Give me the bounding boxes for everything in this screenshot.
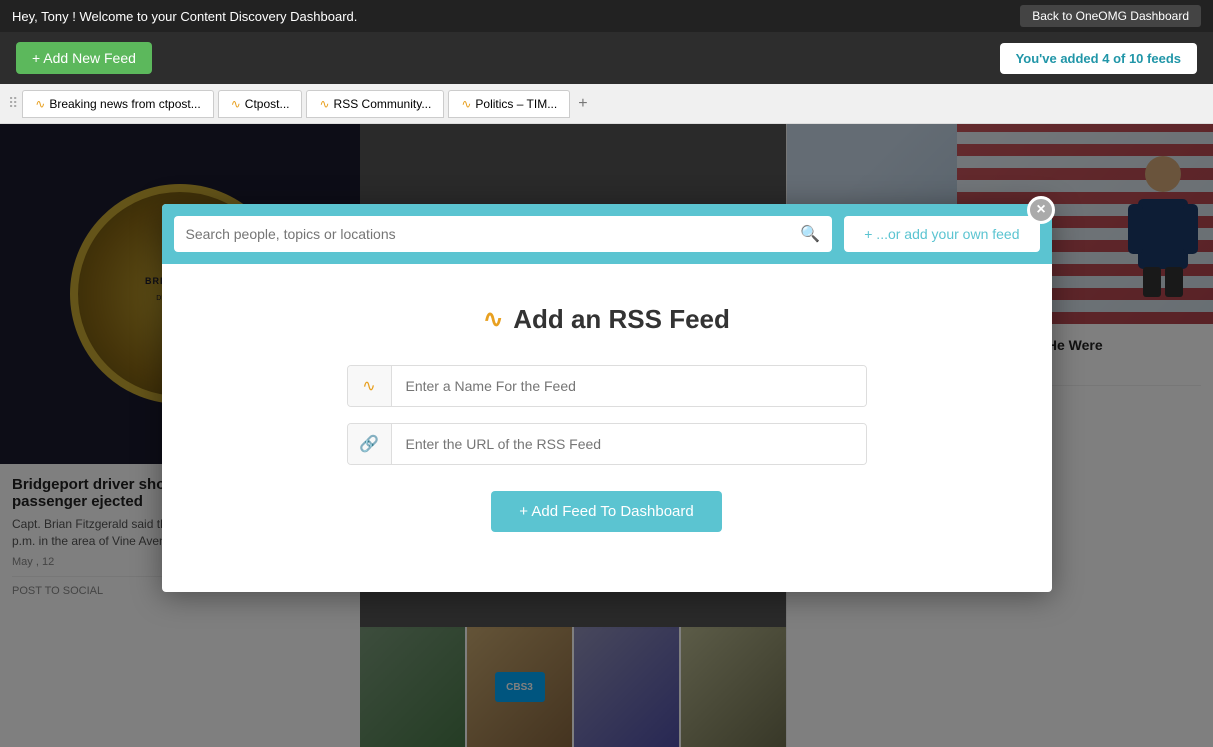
- link-icon: 🔗: [359, 434, 379, 454]
- feeds-counter: You've added 4 of 10 feeds: [1000, 43, 1197, 74]
- tab-politics[interactable]: ∿ Politics – TIM...: [448, 90, 570, 118]
- back-to-dashboard-button[interactable]: Back to OneOMG Dashboard: [1020, 5, 1201, 27]
- modal-overlay: × 🔍 + ...or add your own feed ∿ Add an R…: [0, 124, 1213, 747]
- modal-search-bar: 🔍 + ...or add your own feed: [162, 204, 1052, 264]
- tab-label-3: RSS Community...: [334, 97, 432, 111]
- feed-url-input-row: 🔗: [347, 423, 867, 465]
- modal-container: 🔍 + ...or add your own feed ∿ Add an RSS…: [162, 204, 1052, 592]
- add-tab-button[interactable]: +: [578, 95, 587, 113]
- counter-of: of: [1109, 51, 1129, 66]
- tab-bar: ⠿ ∿ Breaking news from ctpost... ∿ Ctpos…: [0, 84, 1213, 124]
- modal-close-button[interactable]: ×: [1027, 196, 1055, 224]
- rss-icon-name: ∿: [362, 376, 375, 396]
- tab-rss-community[interactable]: ∿ RSS Community...: [306, 90, 444, 118]
- counter-total: 10: [1129, 51, 1143, 66]
- feed-name-input[interactable]: [392, 366, 866, 406]
- tab-label-2: Ctpost...: [245, 97, 290, 111]
- feed-name-icon-box: ∿: [348, 366, 392, 406]
- rss-icon-tab3: ∿: [319, 97, 329, 111]
- rss-icon-tab2: ∿: [231, 97, 241, 111]
- feed-url-icon-box: 🔗: [348, 424, 392, 464]
- feed-name-input-row: ∿: [347, 365, 867, 407]
- second-bar: + Add New Feed You've added 4 of 10 feed…: [0, 32, 1213, 84]
- rss-icon-tab1: ∿: [35, 97, 45, 111]
- tab-breaking-news[interactable]: ∿ Breaking news from ctpost...: [22, 90, 213, 118]
- top-bar: Hey, Tony ! Welcome to your Content Disc…: [0, 0, 1213, 32]
- greeting-text: Hey, Tony ! Welcome to your Content Disc…: [12, 9, 357, 24]
- counter-suffix: feeds: [1143, 51, 1181, 66]
- modal-title: ∿ Add an RSS Feed: [483, 304, 730, 335]
- tab-drag-icon: ⠿: [8, 95, 18, 112]
- tab-ctpost[interactable]: ∿ Ctpost...: [218, 90, 303, 118]
- modal-title-text: Add an RSS Feed: [513, 304, 730, 335]
- add-new-feed-button[interactable]: + Add New Feed: [16, 42, 152, 74]
- add-feed-to-dashboard-button[interactable]: + Add Feed To Dashboard: [491, 491, 721, 532]
- counter-prefix: You've added: [1016, 51, 1103, 66]
- tab-label-1: Breaking news from ctpost...: [49, 97, 200, 111]
- rss-icon-tab4: ∿: [461, 97, 471, 111]
- rss-icon-large: ∿: [483, 305, 503, 334]
- modal-body: ∿ Add an RSS Feed ∿ 🔗: [162, 264, 1052, 592]
- tab-label-4: Politics – TIM...: [475, 97, 557, 111]
- search-input[interactable]: [186, 226, 793, 242]
- search-box: 🔍: [174, 216, 833, 252]
- search-icon: 🔍: [800, 224, 820, 244]
- feed-url-input[interactable]: [392, 424, 866, 464]
- add-own-feed-button[interactable]: + ...or add your own feed: [844, 216, 1039, 252]
